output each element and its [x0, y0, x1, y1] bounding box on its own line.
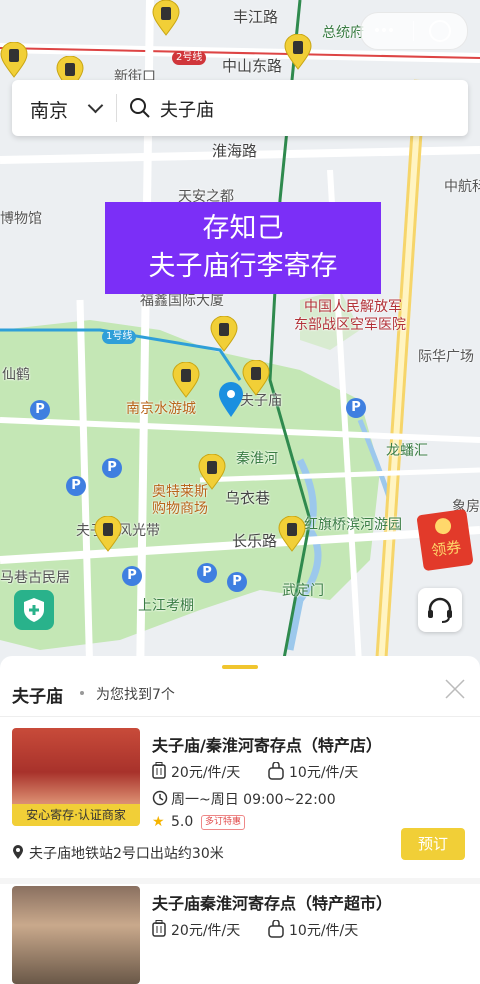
map-label-place: 马巷古民居: [0, 570, 70, 586]
safety-shield-button[interactable]: [14, 590, 54, 630]
divider: [0, 716, 480, 717]
luggage-pin-icon[interactable]: [284, 34, 312, 70]
store-photo: [12, 886, 140, 984]
search-icon: [130, 98, 150, 118]
separator-dot: [80, 691, 84, 695]
price-large: 20元/件/天: [171, 765, 241, 781]
large-luggage-icon: [152, 920, 166, 937]
customer-service-button[interactable]: [418, 588, 462, 632]
star-icon: ★: [152, 814, 165, 830]
store-card[interactable]: 安心寄存·认证商家 夫子庙/秦淮河寄存点（特产店） 20元/件/天 10元/件/…: [0, 726, 480, 876]
luggage-pin-icon[interactable]: [198, 454, 226, 490]
results-sheet: 夫子庙 为您找到7个 安心寄存·认证商家 夫子庙/秦淮河寄存点（特产店） 20元…: [0, 656, 480, 984]
map-label-place: 南京水游城: [126, 401, 196, 417]
miniprogram-capsule: [360, 12, 468, 50]
chevron-down-icon[interactable]: [87, 97, 104, 114]
map-label-place: 中航科: [444, 179, 480, 195]
luggage-pin-icon[interactable]: [278, 516, 306, 552]
parking-icon: P: [102, 458, 122, 478]
headset-icon: [428, 597, 452, 623]
luggage-pin-icon[interactable]: [0, 42, 28, 78]
map-label-place: 购物商场: [152, 501, 208, 517]
metro-line1-badge: 1号线: [102, 330, 137, 344]
rating-value: 5.0: [171, 814, 194, 830]
sheet-title: 夫子庙: [12, 687, 63, 707]
store-photo: 安心寄存·认证商家: [12, 728, 140, 826]
coupon-coin-icon: [434, 517, 453, 536]
map-label-road: 中山东路: [222, 57, 283, 75]
location-icon: [13, 845, 23, 859]
book-button[interactable]: 预订: [401, 828, 465, 860]
promo-tag: 多订特惠: [201, 815, 246, 830]
price-small: 10元/件/天: [289, 765, 359, 781]
parking-icon: P: [122, 566, 142, 586]
search-divider: [116, 94, 117, 122]
banner-line2: 夫子庙行李寄存: [148, 251, 338, 282]
search-bar: 南京 夫子庙: [12, 80, 468, 136]
map-label-place: 中国人民解放军: [304, 299, 402, 315]
close-miniprogram-icon[interactable]: [429, 20, 451, 42]
luggage-pin-icon[interactable]: [152, 0, 180, 36]
city-selector[interactable]: 南京: [30, 96, 68, 123]
map-label-place: 龙蟠汇: [386, 443, 428, 459]
close-icon[interactable]: [444, 678, 466, 700]
parking-icon: P: [30, 400, 50, 420]
store-badge: 安心寄存·认证商家: [12, 804, 140, 826]
luggage-pin-icon[interactable]: [210, 316, 238, 352]
parking-icon: P: [197, 563, 217, 583]
shield-icon: [24, 598, 44, 622]
parking-icon: P: [346, 398, 366, 418]
price-large: 20元/件/天: [171, 923, 241, 939]
map-label-place: 总统府: [322, 25, 364, 41]
luggage-pin-icon[interactable]: [242, 360, 270, 396]
small-luggage-icon: [268, 920, 284, 938]
small-luggage-icon: [268, 762, 284, 780]
map-label-place: 秦淮河: [236, 451, 278, 467]
parking-icon: P: [66, 476, 86, 496]
result-count: 为您找到7个: [96, 687, 175, 703]
banner-line1: 存知己: [202, 213, 284, 244]
coupon-label: 领券: [430, 537, 463, 560]
clock-icon: [152, 790, 168, 806]
metro-line2-badge: 2号线: [172, 51, 207, 65]
store-card[interactable]: 夫子庙秦淮河寄存点（特产超市） 20元/件/天 10元/件/天: [0, 884, 480, 984]
store-name: 夫子庙/秦淮河寄存点（特产店）: [152, 736, 382, 755]
map-label-road: 乌衣巷: [225, 489, 271, 507]
map-label-place: 武定门: [282, 583, 324, 599]
map-label-place: 博物馆: [0, 211, 42, 227]
map-label-road: 长乐路: [232, 532, 278, 550]
map-label-road: 淮海路: [212, 142, 258, 160]
drag-handle[interactable]: [222, 665, 258, 669]
business-hours: 周一~周日 09:00~22:00: [171, 792, 336, 808]
map-label-place: 际华广场: [418, 349, 474, 365]
luggage-pin-icon[interactable]: [94, 516, 122, 552]
promo-banner: 存知己 夫子庙行李寄存: [105, 202, 381, 294]
store-name: 夫子庙秦淮河寄存点（特产超市）: [152, 894, 393, 913]
capsule-divider: [413, 21, 414, 41]
more-dots-icon[interactable]: [375, 28, 379, 32]
search-input[interactable]: 夫子庙: [160, 96, 214, 122]
map-label-place: 仙鹤: [2, 367, 30, 383]
coupon-button[interactable]: 领券: [416, 508, 474, 572]
large-luggage-icon: [152, 762, 166, 779]
store-address: 夫子庙地铁站2号口出站约30米: [29, 846, 224, 862]
map-label-place: 红旗桥滨河游园: [304, 517, 402, 533]
map-label-place: 上江考棚: [138, 598, 194, 614]
map-label-road: 丰江路: [233, 8, 279, 26]
location-pin-icon: [219, 382, 243, 417]
luggage-pin-icon[interactable]: [172, 362, 200, 398]
map-label-place: 东部战区空军医院: [294, 317, 406, 333]
parking-icon: P: [227, 572, 247, 592]
price-small: 10元/件/天: [289, 923, 359, 939]
